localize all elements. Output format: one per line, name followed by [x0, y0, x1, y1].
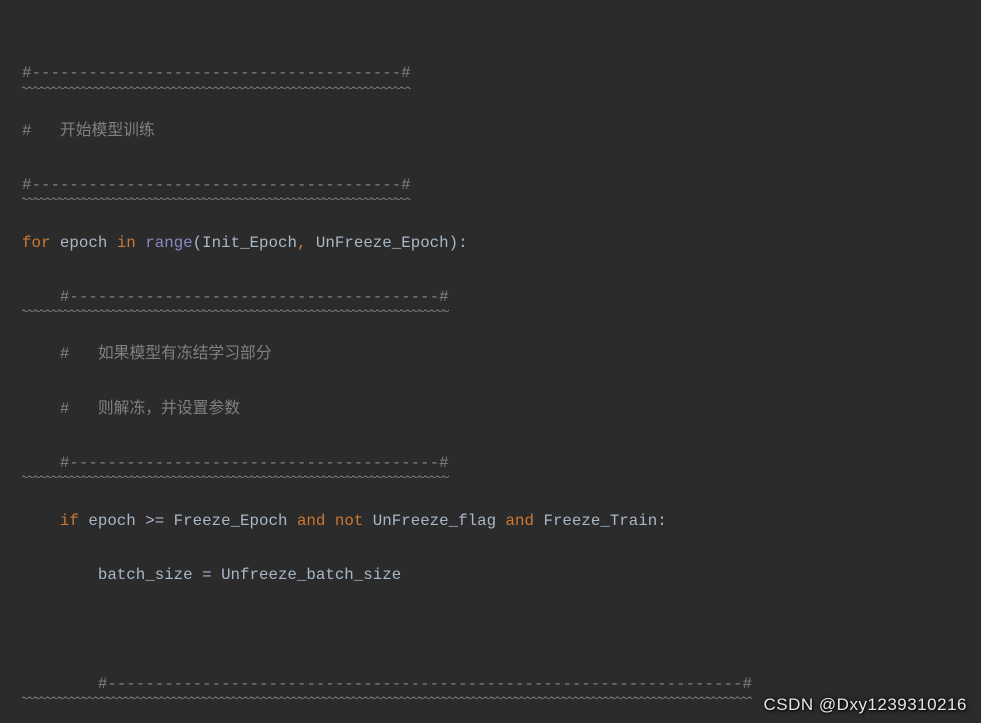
comment-rule: #---------------------------------------… — [22, 671, 752, 701]
comment-rule: #---------------------------------------… — [22, 450, 449, 480]
code-line: #---------------------------------------… — [0, 450, 981, 480]
kw-and: and — [506, 512, 534, 530]
comment-rule: #---------------------------------------… — [22, 172, 411, 202]
code-line: # 开始模型训练 — [0, 118, 981, 145]
comment-text: 开始模型训练 — [31, 122, 154, 140]
comment-rule: #---------------------------------------… — [22, 60, 411, 90]
csdn-watermark: CSDN @Dxy1239310216 — [764, 695, 967, 715]
code-line: # 则解冻，并设置参数 — [0, 396, 981, 423]
code-line: # 如果模型有冻结学习部分 — [0, 341, 981, 368]
kw-and: and — [297, 512, 325, 530]
kw-in: in — [117, 234, 136, 252]
code-editor[interactable]: #---------------------------------------… — [0, 0, 981, 723]
code-line: #---------------------------------------… — [0, 172, 981, 202]
comment-rule: #---------------------------------------… — [22, 284, 449, 314]
code-line: #---------------------------------------… — [0, 284, 981, 314]
kw-not: not — [335, 512, 363, 530]
code-line: batch_size = Unfreeze_batch_size — [0, 562, 981, 589]
code-line: #---------------------------------------… — [0, 60, 981, 90]
builtin-range: range — [145, 234, 192, 252]
code-line: for epoch in range(Init_Epoch, UnFreeze_… — [0, 230, 981, 257]
blank-line — [0, 616, 981, 643]
kw-if: if — [22, 512, 79, 530]
kw-for: for — [22, 234, 50, 252]
code-line: if epoch >= Freeze_Epoch and not UnFreez… — [0, 508, 981, 535]
